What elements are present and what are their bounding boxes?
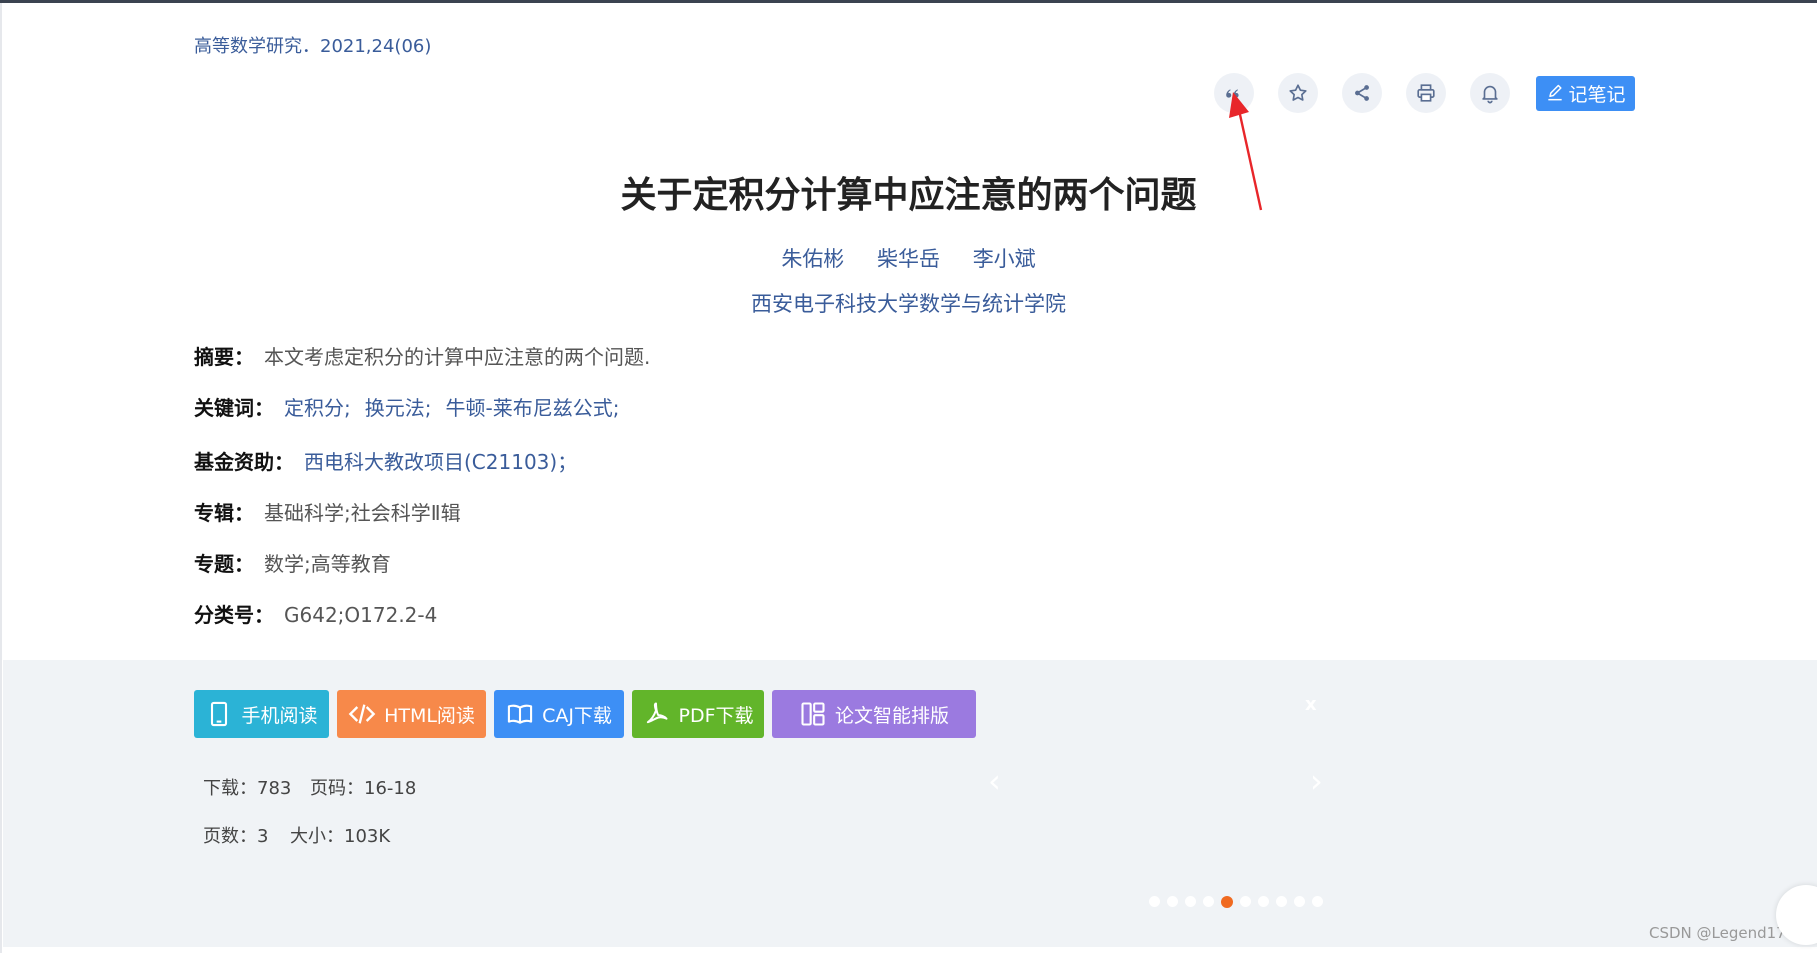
keywords-row: 关键词： 定积分; 换元法; 牛顿-莱布尼兹公式; — [194, 392, 619, 421]
keyword-link[interactable]: 牛顿-莱布尼兹公式; — [446, 396, 620, 420]
class-label: 分类号： — [194, 603, 274, 627]
fund-link[interactable]: 西电科大教改项目(C21103)； — [304, 450, 577, 474]
caj-download-button[interactable]: CAJ下载 — [494, 690, 624, 738]
code-icon — [348, 704, 376, 724]
series-label: 专辑： — [194, 501, 254, 525]
series-value: 基础科学;社会科学Ⅱ辑 — [264, 501, 461, 525]
author-link[interactable]: 朱佑彬 — [781, 247, 844, 271]
page-left-border — [0, 3, 2, 953]
author-list: 朱佑彬 柴华岳 李小斌 — [0, 243, 1817, 273]
download-count-label: 下载： — [203, 778, 257, 799]
html-read-label: HTML阅读 — [384, 704, 475, 727]
take-note-button[interactable]: 记笔记 — [1536, 75, 1635, 111]
series-row: 专辑： 基础科学;社会科学Ⅱ辑 — [194, 497, 461, 526]
carousel-dot[interactable] — [1149, 896, 1160, 907]
mobile-read-label: 手机阅读 — [241, 704, 318, 727]
file-size-value: 103K — [344, 826, 391, 847]
subject-row: 专题： 数学;高等教育 — [194, 548, 391, 577]
favorite-button[interactable] — [1278, 73, 1318, 113]
download-count-value: 783 — [257, 778, 292, 799]
take-note-label: 记笔记 — [1568, 83, 1626, 106]
carousel-dot[interactable] — [1221, 896, 1233, 908]
carousel-prev-button[interactable]: ‹ — [988, 762, 1001, 800]
bell-icon — [1482, 85, 1498, 104]
page-count-value: 3 — [257, 826, 269, 847]
carousel-next-button[interactable]: › — [1310, 762, 1323, 800]
keyword-link[interactable]: 换元法; — [365, 396, 432, 420]
page-range: 页码：16-18 — [310, 774, 416, 800]
pdf-download-label: PDF下载 — [678, 704, 754, 727]
caj-download-label: CAJ下载 — [542, 704, 612, 727]
fund-label: 基金资助： — [194, 450, 294, 474]
carousel-dot[interactable] — [1276, 896, 1287, 907]
carousel-dot[interactable] — [1312, 896, 1323, 907]
carousel-close-button[interactable]: x — [1305, 694, 1317, 715]
subject-label: 专题： — [194, 552, 254, 576]
star-icon — [1289, 84, 1307, 101]
phone-icon — [211, 701, 228, 727]
page-count-label: 页数： — [203, 826, 257, 847]
carousel-dot[interactable] — [1240, 896, 1251, 907]
pdf-icon — [647, 702, 668, 724]
page-range-label: 页码： — [310, 778, 364, 799]
edit-icon — [1548, 84, 1563, 101]
keyword-link[interactable]: 定积分; — [284, 396, 351, 420]
abstract-label: 摘要： — [194, 345, 254, 369]
html-read-button[interactable]: HTML阅读 — [337, 690, 486, 738]
subject-value: 数学;高等教育 — [264, 552, 391, 576]
book-icon — [507, 704, 533, 724]
page-count: 页数：3 — [203, 822, 268, 848]
carousel-dot[interactable] — [1167, 896, 1178, 907]
mobile-read-button[interactable]: 手机阅读 — [194, 690, 329, 738]
carousel-dot[interactable] — [1185, 896, 1196, 907]
article-title: 关于定积分计算中应注意的两个问题 — [620, 175, 1197, 216]
smart-layout-label: 论文智能排版 — [834, 704, 949, 727]
affiliation-link[interactable]: 西安电子科技大学数学与统计学院 — [0, 288, 1817, 318]
abstract-text: 本文考虑定积分的计算中应注意的两个问题. — [264, 345, 651, 369]
carousel-dot[interactable] — [1258, 896, 1269, 907]
fund-row: 基金资助： 西电科大教改项目(C21103)； — [194, 446, 577, 475]
journal-source-link[interactable]: 高等数学研究．2021,24(06) — [194, 32, 431, 58]
author-link[interactable]: 柴华岳 — [877, 247, 940, 271]
class-row: 分类号： G642;O172.2-4 — [194, 599, 437, 628]
window-top-border — [0, 0, 1817, 3]
layout-icon — [801, 702, 825, 726]
file-size: 大小：103K — [290, 822, 390, 848]
alert-button[interactable] — [1470, 73, 1510, 113]
carousel-dots — [1149, 896, 1330, 908]
author-link[interactable]: 李小斌 — [973, 247, 1036, 271]
file-size-label: 大小： — [290, 826, 344, 847]
pdf-download-button[interactable]: PDF下载 — [632, 690, 764, 738]
share-button[interactable] — [1342, 73, 1382, 113]
print-icon — [1417, 84, 1435, 102]
smart-layout-button[interactable]: 论文智能排版 — [772, 690, 976, 738]
download-count: 下载：783 — [203, 774, 291, 800]
carousel-dot[interactable] — [1203, 896, 1214, 907]
carousel-dot[interactable] — [1294, 896, 1305, 907]
article-toolbar: 记笔记 — [1214, 73, 1635, 113]
page-range-value: 16-18 — [364, 778, 417, 799]
share-icon — [1355, 85, 1369, 101]
abstract-row: 摘要： 本文考虑定积分的计算中应注意的两个问题. — [194, 341, 650, 370]
class-value: G642;O172.2-4 — [284, 603, 438, 627]
keywords-label: 关键词： — [194, 396, 274, 420]
print-button[interactable] — [1406, 73, 1446, 113]
